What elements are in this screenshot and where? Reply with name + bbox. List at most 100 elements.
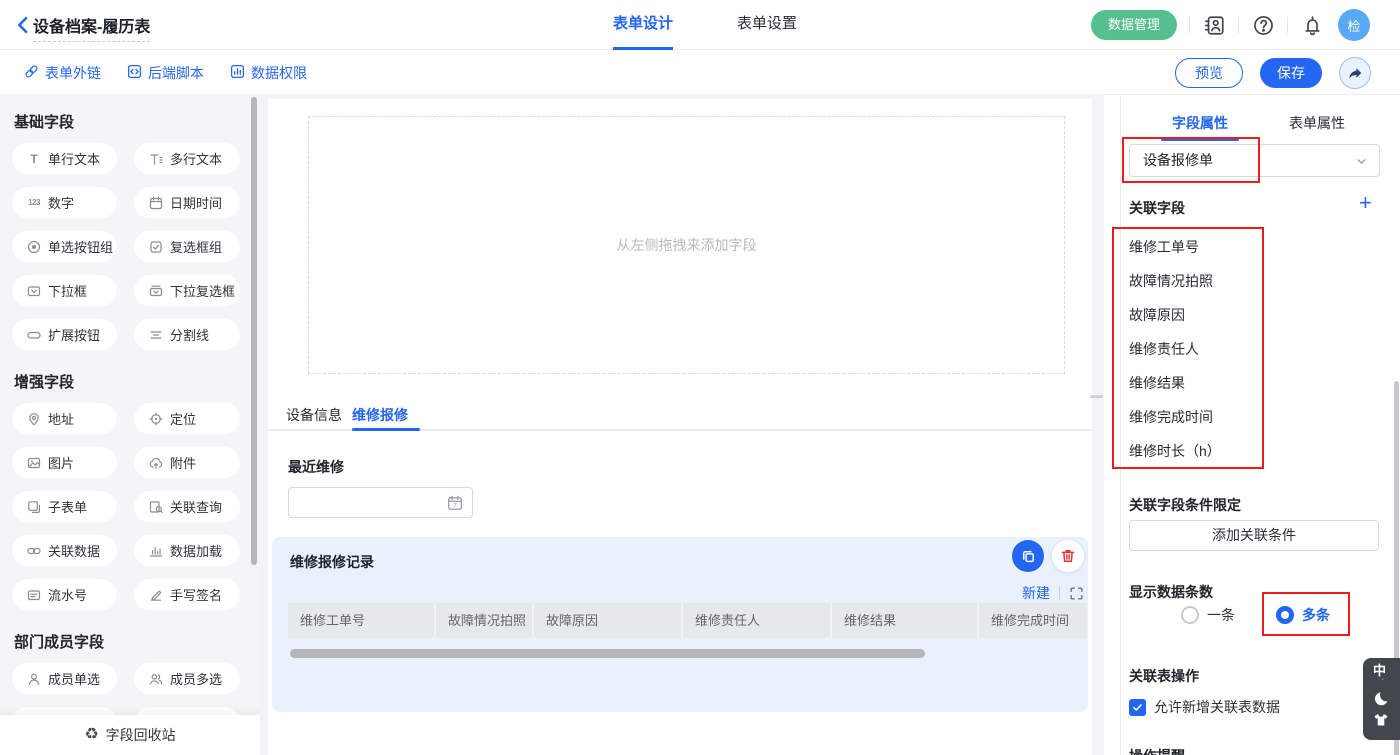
- toolbar-link[interactable]: 数据权限: [230, 63, 307, 83]
- chevron-down-icon: [1355, 155, 1368, 173]
- save-button[interactable]: 保存: [1260, 58, 1322, 88]
- expand-icon[interactable]: [1069, 586, 1084, 601]
- copy-field-button[interactable]: [1012, 540, 1044, 572]
- help-icon[interactable]: [1251, 13, 1275, 37]
- linked-field-item[interactable]: 维修责任人: [1129, 332, 1221, 366]
- linked-fields-title: 关联字段: [1129, 198, 1185, 218]
- field-palette-item[interactable]: 关联查询: [134, 491, 240, 522]
- member-single-icon: [27, 672, 41, 686]
- preview-button[interactable]: 预览: [1175, 58, 1243, 88]
- field-palette-item[interactable]: 地址: [12, 403, 117, 434]
- toolbar-link[interactable]: 后端脚本: [127, 63, 204, 83]
- field-palette-item[interactable]: 成员单选: [12, 663, 117, 694]
- add-condition-button[interactable]: 添加关联条件: [1129, 520, 1379, 551]
- linked-field-item[interactable]: 故障情况拍照: [1129, 264, 1221, 298]
- divider: [1287, 17, 1288, 33]
- contacts-icon[interactable]: [1202, 13, 1226, 37]
- subform-hscrollbar[interactable]: [290, 649, 925, 658]
- field-palette-item[interactable]: 分割线: [134, 319, 240, 350]
- sidebar-scrollbar[interactable]: [251, 97, 257, 565]
- add-linked-field-icon[interactable]: +: [1359, 192, 1372, 214]
- field-item-label: 成员多选: [170, 669, 222, 688]
- checkbox-checked-icon[interactable]: [1129, 699, 1146, 716]
- floating-settings-widget: 中 ʻ: [1363, 658, 1400, 740]
- linked-field-item[interactable]: 维修结果: [1129, 366, 1221, 400]
- field-palette-item[interactable]: 复选框组: [134, 231, 240, 262]
- properties-panel: 字段属性 表单属性 设备报修单 关联字段 + 维修工单号故障情况拍照故障原因维修…: [1120, 95, 1400, 755]
- radio-label: 一条: [1207, 605, 1235, 625]
- tab-form-settings[interactable]: 表单设置: [737, 0, 797, 50]
- back-icon[interactable]: [13, 15, 33, 35]
- linked-field-item[interactable]: 维修时长（h）: [1129, 434, 1221, 468]
- radio-group-icon: [27, 240, 41, 254]
- toolbar-links: 表单外链 后端脚本 数据权限: [24, 50, 307, 95]
- tab-repair-report[interactable]: 维修报修: [352, 405, 408, 425]
- tab-form-properties[interactable]: 表单属性: [1278, 113, 1356, 133]
- field-palette-item[interactable]: 日期时间: [134, 187, 240, 218]
- field-recycle-bin[interactable]: ♻ 字段回收站: [0, 715, 260, 755]
- tab-form-design[interactable]: 表单设计: [613, 0, 673, 50]
- form-title[interactable]: 设备档案-履历表: [33, 19, 150, 42]
- notification-bell-icon[interactable]: [1300, 13, 1324, 37]
- datetime-icon: [149, 196, 163, 210]
- radio-selected-icon[interactable]: [1276, 606, 1294, 624]
- allow-add-label: 允许新增关联表数据: [1154, 697, 1280, 717]
- form-canvas-area: 从左侧拖拽来添加字段 设备信息 维修报修 最近维修 7 维修报修记录 新建: [260, 95, 1104, 755]
- field-palette-item[interactable]: 手写签名: [134, 579, 240, 610]
- radio-label: 多条: [1302, 605, 1330, 625]
- linked-field-item[interactable]: 维修工单号: [1129, 230, 1221, 264]
- delete-field-button[interactable]: [1052, 540, 1084, 572]
- linked-field-item[interactable]: 故障原因: [1129, 298, 1221, 332]
- toolbar-link[interactable]: 表单外链: [24, 63, 101, 83]
- display-count-radios: 一条 多条: [1121, 605, 1400, 625]
- date-input[interactable]: 7: [288, 487, 473, 518]
- single-line-text-icon: T: [27, 152, 41, 166]
- dark-mode-moon-icon[interactable]: [1373, 690, 1390, 707]
- field-palette-item[interactable]: 下拉框: [12, 275, 117, 306]
- field-palette-item[interactable]: 下拉复选框: [134, 275, 240, 306]
- language-toggle[interactable]: 中: [1373, 663, 1386, 678]
- tab-device-info[interactable]: 设备信息: [286, 405, 342, 425]
- field-item-label: 流水号: [48, 585, 87, 604]
- field-palette-item[interactable]: 图片: [12, 447, 117, 478]
- subform-column-header: 故障情况拍照: [436, 603, 534, 638]
- radio-option-single[interactable]: 一条: [1181, 605, 1235, 625]
- linked-field-item[interactable]: 维修完成时间: [1129, 400, 1221, 434]
- share-button[interactable]: [1339, 57, 1371, 89]
- field-item-label: 图片: [48, 453, 74, 472]
- tab-field-properties[interactable]: 字段属性: [1161, 113, 1239, 133]
- field-item-label: 单行文本: [48, 149, 100, 168]
- subform-table-header: 维修工单号故障情况拍照故障原因维修责任人维修结果维修完成时间: [288, 603, 1087, 638]
- canvas-scroll-handle[interactable]: [1090, 395, 1103, 398]
- field-palette-item[interactable]: 多行文本: [134, 143, 240, 174]
- location-icon: [149, 412, 163, 426]
- related-data-icon: [27, 544, 41, 558]
- data-manage-button[interactable]: 数据管理: [1091, 10, 1177, 40]
- field-palette-item[interactable]: 流水号: [12, 579, 117, 610]
- subform-field-selected[interactable]: 维修报修记录 新建 维修工单号故障情况拍照故障原因维修责任人维修结果维修完成时间: [272, 537, 1088, 712]
- radio-unselected-icon[interactable]: [1181, 606, 1199, 624]
- user-avatar[interactable]: 检: [1338, 9, 1370, 41]
- field-palette-item[interactable]: T 单行文本: [12, 143, 117, 174]
- empty-drop-zone[interactable]: 从左侧拖拽来添加字段: [308, 116, 1065, 374]
- radio-option-multi[interactable]: 多条: [1276, 605, 1330, 625]
- theme-tshirt-icon[interactable]: [1373, 712, 1389, 728]
- field-palette-item[interactable]: 定位: [134, 403, 240, 434]
- multi-select-icon: [149, 284, 163, 298]
- field-palette-item[interactable]: 数据加载: [134, 535, 240, 566]
- field-palette-item[interactable]: 单选按钮组: [12, 231, 117, 262]
- linked-form-select[interactable]: 设备报修单: [1129, 144, 1380, 177]
- field-palette-item[interactable]: 扩展按钮: [12, 319, 117, 350]
- field-palette-item[interactable]: 123数字: [12, 187, 117, 218]
- field-palette-item[interactable]: 子表单: [12, 491, 117, 522]
- field-palette-item[interactable]: 关联数据: [12, 535, 117, 566]
- language-toggle-mark: ʻ: [1382, 678, 1384, 685]
- condition-section-title: 关联字段条件限定: [1129, 495, 1241, 515]
- field-item-label: 定位: [170, 409, 196, 428]
- field-palette-item[interactable]: 成员多选: [134, 663, 240, 694]
- sidebar-section-title: 部门成员字段: [14, 631, 260, 649]
- field-palette-item[interactable]: 附件: [134, 447, 240, 478]
- subform-new-button[interactable]: 新建: [1022, 583, 1050, 603]
- subform-column-header: 故障原因: [534, 603, 683, 638]
- allow-add-checkbox-row[interactable]: 允许新增关联表数据: [1129, 697, 1280, 717]
